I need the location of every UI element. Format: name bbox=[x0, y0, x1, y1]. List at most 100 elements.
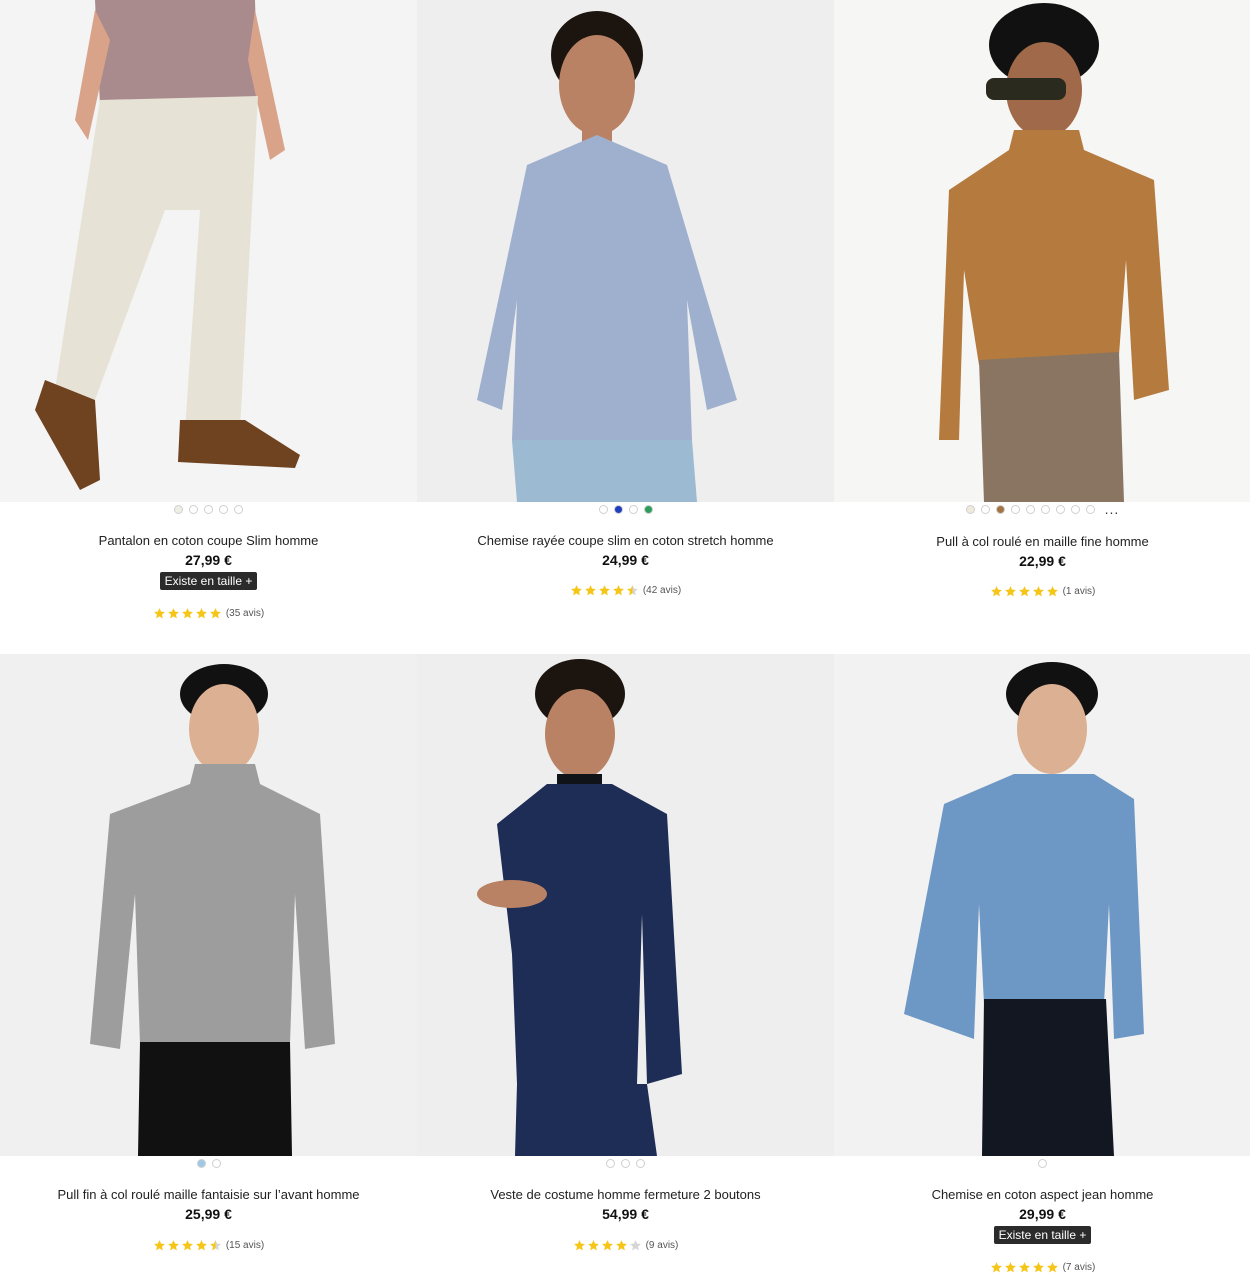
jacket bbox=[497, 784, 682, 1084]
color-swatch[interactable] bbox=[204, 504, 213, 514]
color-swatch[interactable] bbox=[219, 504, 228, 514]
star-icon bbox=[181, 1240, 193, 1251]
product-photo-suit-jacket bbox=[417, 654, 834, 1156]
star-icon bbox=[587, 1240, 599, 1251]
rating: (15 avis) bbox=[0, 1239, 417, 1252]
trousers bbox=[979, 352, 1124, 502]
color-swatch[interactable] bbox=[1038, 1158, 1047, 1168]
product-grid: Pantalon en coton coupe Slim homme 27,99… bbox=[0, 0, 1250, 1276]
star-icon bbox=[1046, 586, 1058, 597]
review-count[interactable]: (35 avis) bbox=[226, 608, 264, 619]
color-swatch[interactable] bbox=[174, 504, 183, 514]
color-swatch[interactable] bbox=[598, 504, 608, 514]
star-icon bbox=[573, 1240, 585, 1251]
color-swatch[interactable] bbox=[189, 504, 198, 514]
star-icon bbox=[195, 608, 207, 619]
face bbox=[189, 684, 259, 774]
product-photo-turtleneck bbox=[834, 0, 1250, 502]
star-icon bbox=[615, 1240, 627, 1251]
color-swatch[interactable] bbox=[1025, 504, 1035, 514]
product-card[interactable]: Pantalon en coton coupe Slim homme 27,99… bbox=[0, 0, 417, 650]
product-photo-denim-shirt bbox=[834, 654, 1250, 1156]
product-price: 54,99 € bbox=[602, 1206, 649, 1222]
product-title[interactable]: Veste de costume homme fermeture 2 bouto… bbox=[417, 1187, 834, 1202]
trousers bbox=[515, 1084, 657, 1156]
color-swatches bbox=[0, 1157, 417, 1169]
color-swatch[interactable] bbox=[980, 504, 990, 514]
review-count[interactable]: (9 avis) bbox=[646, 1240, 679, 1251]
rating-stars bbox=[570, 584, 639, 597]
product-card[interactable]: Pull fin à col roulé maille fantaisie su… bbox=[0, 654, 417, 1276]
product-image[interactable] bbox=[0, 654, 417, 1156]
product-price: 22,99 € bbox=[1019, 553, 1066, 569]
color-swatch[interactable] bbox=[1040, 504, 1050, 514]
product-title[interactable]: Chemise en coton aspect jean homme bbox=[834, 1187, 1250, 1202]
color-swatch[interactable] bbox=[1010, 504, 1020, 514]
product-card[interactable]: ... Pull à col roulé en maille fine homm… bbox=[834, 0, 1250, 650]
sunglasses bbox=[986, 78, 1066, 100]
color-swatch[interactable] bbox=[196, 1158, 206, 1168]
color-swatches bbox=[417, 503, 834, 515]
product-image[interactable] bbox=[834, 0, 1250, 502]
size-badge-wrap: Existe en taille + bbox=[0, 572, 417, 590]
color-swatch[interactable] bbox=[613, 504, 623, 514]
product-title[interactable]: Pull fin à col roulé maille fantaisie su… bbox=[0, 1187, 417, 1202]
product-image[interactable] bbox=[0, 0, 417, 502]
color-swatch[interactable] bbox=[606, 1158, 615, 1168]
product-title[interactable]: Pantalon en coton coupe Slim homme bbox=[0, 533, 417, 548]
review-count[interactable]: (1 avis) bbox=[1063, 586, 1096, 597]
review-count[interactable]: (7 avis) bbox=[1063, 1262, 1096, 1273]
star-icon bbox=[167, 608, 179, 619]
product-image[interactable] bbox=[417, 654, 834, 1156]
star-icon bbox=[209, 608, 221, 619]
rating-stars bbox=[990, 1261, 1059, 1274]
color-swatches bbox=[0, 503, 417, 515]
rating-stars bbox=[153, 1239, 222, 1252]
color-swatch[interactable] bbox=[234, 504, 243, 514]
star-icon bbox=[626, 585, 638, 596]
color-swatch[interactable] bbox=[211, 1158, 221, 1168]
product-card[interactable]: Veste de costume homme fermeture 2 bouto… bbox=[417, 654, 834, 1276]
product-title[interactable]: Pull à col roulé en maille fine homme bbox=[834, 534, 1250, 549]
product-price: 29,99 € bbox=[1019, 1206, 1066, 1222]
color-swatch[interactable] bbox=[621, 1158, 630, 1168]
product-image[interactable] bbox=[834, 654, 1250, 1156]
color-swatch[interactable] bbox=[1070, 504, 1080, 514]
size-badge[interactable]: Existe en taille + bbox=[993, 1226, 1092, 1244]
color-swatch[interactable] bbox=[628, 504, 638, 514]
rating: (7 avis) bbox=[834, 1261, 1250, 1274]
rating-stars bbox=[153, 607, 222, 620]
color-swatch[interactable] bbox=[995, 504, 1005, 514]
size-badge[interactable]: Existe en taille + bbox=[159, 572, 258, 590]
trousers bbox=[138, 1042, 292, 1156]
rating: (1 avis) bbox=[834, 585, 1250, 598]
color-swatch[interactable] bbox=[965, 504, 975, 514]
star-icon bbox=[153, 608, 165, 619]
star-icon bbox=[153, 1240, 165, 1251]
color-swatch[interactable] bbox=[1055, 504, 1065, 514]
product-card[interactable]: Chemise rayée coupe slim en coton stretc… bbox=[417, 0, 834, 650]
star-icon bbox=[1018, 586, 1030, 597]
product-image[interactable] bbox=[417, 0, 834, 502]
color-swatch[interactable] bbox=[643, 504, 653, 514]
more-colors-indicator[interactable]: ... bbox=[1104, 502, 1120, 516]
color-swatch[interactable] bbox=[636, 1158, 645, 1168]
tshirt bbox=[95, 0, 258, 105]
review-count[interactable]: (42 avis) bbox=[643, 585, 681, 596]
star-icon bbox=[584, 585, 596, 596]
star-icon bbox=[181, 608, 193, 619]
color-swatches bbox=[417, 1157, 834, 1169]
star-icon bbox=[1046, 1262, 1058, 1273]
rating: (42 avis) bbox=[417, 584, 834, 597]
product-photo-striped-shirt bbox=[417, 0, 834, 502]
product-title[interactable]: Chemise rayée coupe slim en coton stretc… bbox=[417, 533, 834, 548]
color-swatches: ... bbox=[834, 502, 1250, 516]
color-swatch[interactable] bbox=[1085, 504, 1095, 514]
size-badge-wrap: Existe en taille + bbox=[834, 1226, 1250, 1244]
rating: (9 avis) bbox=[417, 1239, 834, 1252]
star-icon bbox=[1004, 586, 1016, 597]
review-count[interactable]: (15 avis) bbox=[226, 1240, 264, 1251]
product-card[interactable]: Chemise en coton aspect jean homme 29,99… bbox=[834, 654, 1250, 1276]
hands bbox=[477, 880, 547, 908]
star-icon bbox=[598, 585, 610, 596]
